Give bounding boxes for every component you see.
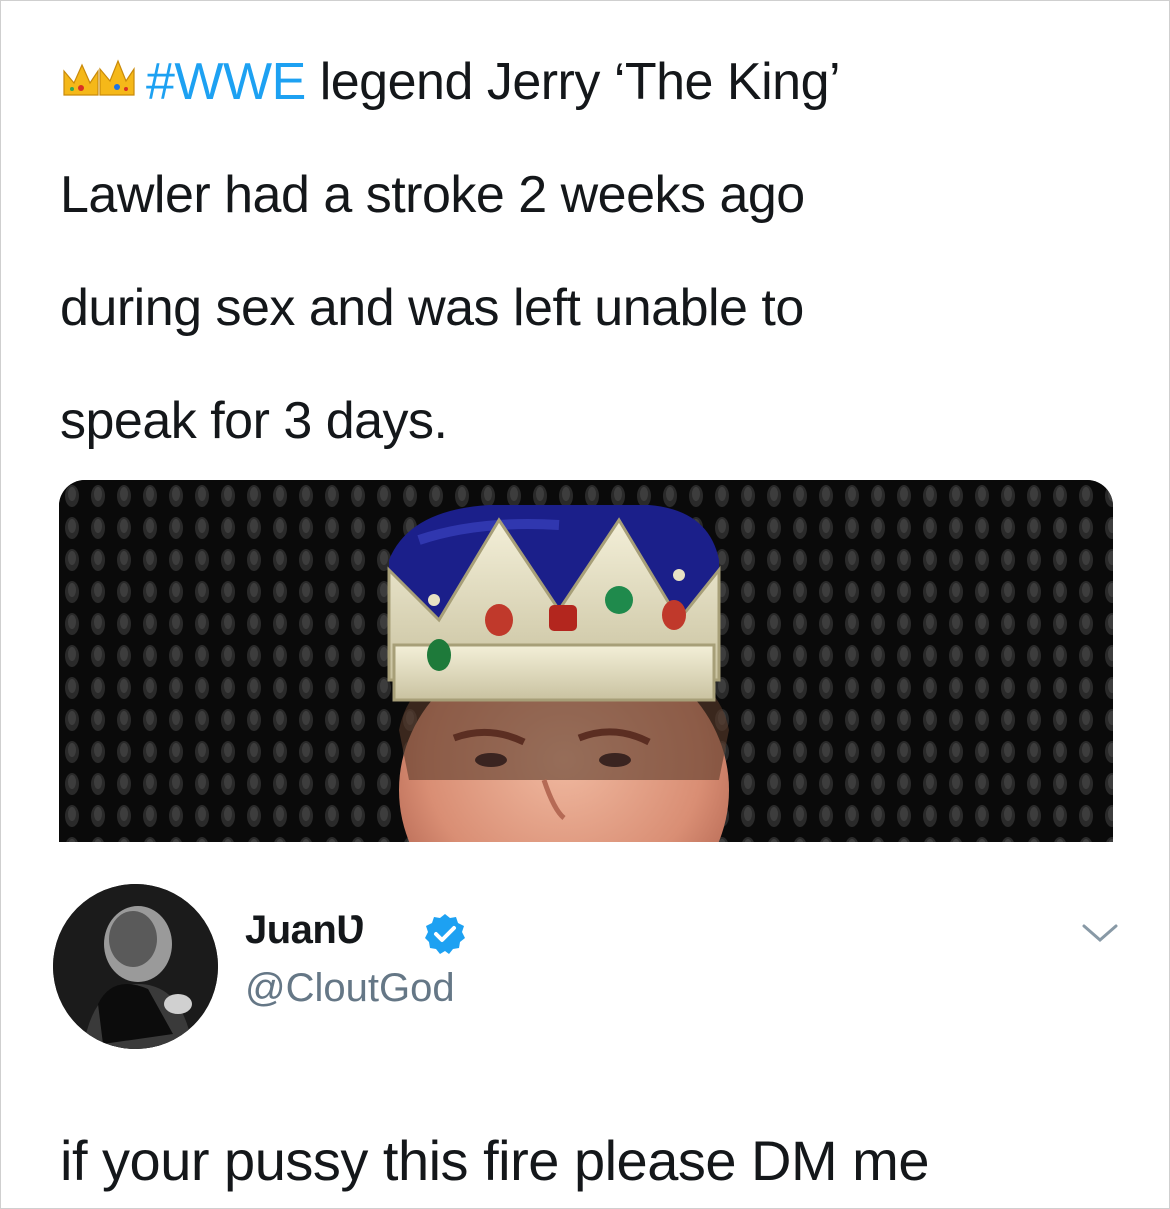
attached-photo[interactable] (59, 480, 1113, 842)
user-handle[interactable]: @CloutGod (245, 966, 455, 1011)
quoted-line-3: during sex and was left unable to (60, 279, 804, 337)
crown-photo-image (59, 480, 1113, 842)
quoted-line-2: Lawler had a stroke 2 weeks ago (60, 166, 805, 224)
chevron-down-icon[interactable] (1078, 918, 1122, 948)
display-name-text: Juan (245, 908, 337, 952)
quoted-post-text: #WWE legend Jerry ‘The King’ Lawler had … (60, 26, 1120, 478)
avatar-image (53, 884, 218, 1049)
hashtag-link[interactable]: #WWE (146, 53, 306, 111)
tweet-text: if your pussy this fire please DM me (60, 1129, 929, 1192)
quoted-line-1-text: legend Jerry ‘The King’ (305, 53, 841, 111)
display-name-glyph: Ʋ (336, 908, 365, 952)
quoted-line-1: #WWE legend Jerry ‘The King’ (60, 26, 1120, 139)
display-name[interactable]: JuanƲ (245, 908, 365, 953)
verified-badge-icon (425, 914, 465, 954)
quoted-line-4: speak for 3 days. (60, 392, 448, 450)
avatar[interactable] (53, 884, 218, 1049)
crown-emoji-icon (63, 59, 135, 96)
